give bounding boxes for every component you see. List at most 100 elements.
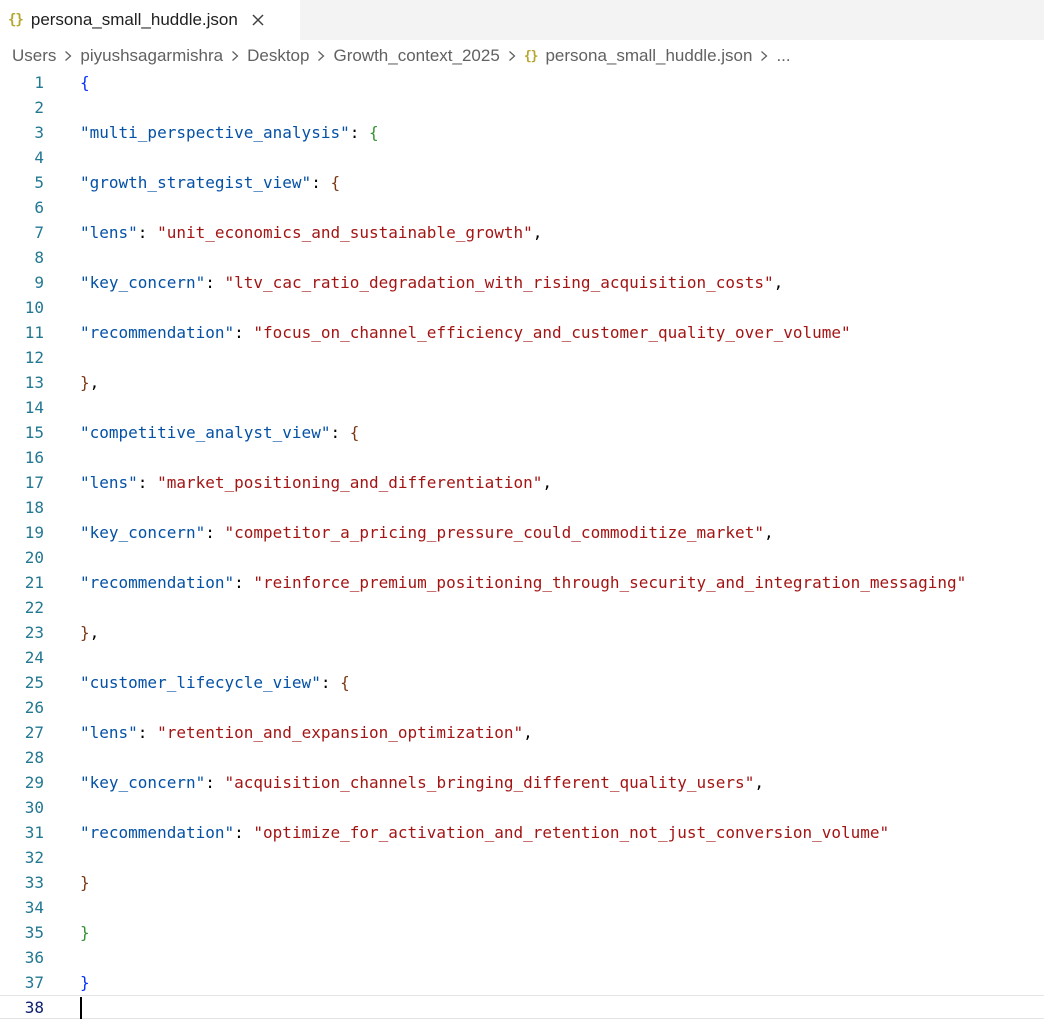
code-line[interactable]: 34 (0, 895, 1044, 919)
line-number: 21 (24, 572, 44, 592)
line-number: 37 (24, 972, 44, 992)
breadcrumb-more[interactable]: ... (776, 46, 790, 66)
code-line[interactable]: 33} (0, 870, 1044, 894)
chevron-right-icon (231, 50, 239, 62)
code-line[interactable]: 22 (0, 595, 1044, 619)
code-line[interactable]: 37} (0, 970, 1044, 994)
code-line[interactable]: 21 "recommendation": "reinforce_premium_p… (0, 570, 1044, 594)
code-line[interactable]: 38 (0, 995, 1044, 1019)
line-number: 22 (24, 597, 44, 617)
line-number: 18 (24, 497, 44, 517)
code-line[interactable]: 5 "growth_strategist_view": { (0, 170, 1044, 194)
breadcrumb-item-folder[interactable]: Growth_context_2025 (333, 46, 499, 66)
code-line[interactable]: 26 (0, 695, 1044, 719)
code-text: "recommendation": "optimize_for_activati… (80, 822, 890, 842)
line-number: 13 (24, 372, 44, 392)
code-line[interactable]: 18 (0, 495, 1044, 519)
line-number: 36 (24, 947, 44, 967)
code-line[interactable]: 35} (0, 920, 1044, 944)
code-editor[interactable]: 1{ 2 3 "multi_perspective_analysis": { 4 5 "gr… (0, 70, 1044, 1020)
line-number: 27 (24, 722, 44, 742)
breadcrumb-item-users[interactable]: Users (12, 46, 56, 66)
code-text: "lens": "unit_economics_and_sustainable_… (80, 222, 543, 242)
code-line[interactable]: 36 (0, 945, 1044, 969)
code-line[interactable]: 3 "multi_perspective_analysis": { (0, 120, 1044, 144)
line-number: 3 (34, 122, 44, 142)
line-number: 14 (24, 397, 44, 417)
code-line[interactable]: 25 "customer_lifecycle_view": { (0, 670, 1044, 694)
code-line[interactable]: 16 (0, 445, 1044, 469)
tab-label: persona_small_huddle.json (30, 10, 238, 29)
code-text: "competitive_analyst_view": { (80, 422, 360, 442)
code-text: } (80, 972, 90, 992)
code-text: "key_concern": "ltv_cac_ratio_degradatio… (80, 272, 784, 292)
code-line[interactable]: 27 "lens": "retention_and_expansion_optim… (0, 720, 1044, 744)
code-line[interactable]: 10 (0, 295, 1044, 319)
line-number: 33 (24, 872, 44, 892)
line-number: 2 (34, 97, 44, 117)
code-line[interactable]: 9 "key_concern": "ltv_cac_ratio_degradati… (0, 270, 1044, 294)
code-text: "customer_lifecycle_view": { (80, 672, 350, 692)
line-number: 24 (24, 647, 44, 667)
code-text: "lens": "market_positioning_and_differen… (80, 472, 553, 492)
chevron-right-icon (64, 50, 72, 62)
code-text: "growth_strategist_view": { (80, 172, 341, 192)
tab-persona-small-huddle[interactable]: {} persona_small_huddle.json (0, 0, 300, 40)
line-number: 12 (24, 347, 44, 367)
breadcrumb-item-desktop[interactable]: Desktop (247, 46, 309, 66)
code-line[interactable]: 32 (0, 845, 1044, 869)
line-number: 1 (34, 72, 44, 92)
line-number: 30 (24, 797, 44, 817)
line-number: 26 (24, 697, 44, 717)
line-number: 35 (24, 922, 44, 942)
json-file-icon: {} (523, 48, 539, 64)
code-line[interactable]: 23}, (0, 620, 1044, 644)
code-line[interactable]: 31 "recommendation": "optimize_for_activa… (0, 820, 1044, 844)
code-line[interactable]: 28 (0, 745, 1044, 769)
code-line[interactable]: 2 (0, 95, 1044, 119)
code-line[interactable]: 13}, (0, 370, 1044, 394)
code-line[interactable]: 8 (0, 245, 1044, 269)
breadcrumb-item-user[interactable]: piyushsagarmishra (80, 46, 223, 66)
code-line[interactable]: 15 "competitive_analyst_view": { (0, 420, 1044, 444)
code-line[interactable]: 17 "lens": "market_positioning_and_differ… (0, 470, 1044, 494)
code-line[interactable]: 24 (0, 645, 1044, 669)
line-number: 19 (24, 522, 44, 542)
code-line[interactable]: 1{ (0, 70, 1044, 94)
chevron-right-icon (508, 50, 516, 62)
code-line[interactable]: 11 "recommendation": "focus_on_channel_ef… (0, 320, 1044, 344)
line-number: 6 (34, 197, 44, 217)
code-line[interactable]: 30 (0, 795, 1044, 819)
code-line[interactable]: 19 "key_concern": "competitor_a_pricing_p… (0, 520, 1044, 544)
code-text: } (80, 922, 90, 942)
tab-bar: {} persona_small_huddle.json (0, 0, 1044, 40)
line-number: 5 (34, 172, 44, 192)
code-line[interactable]: 4 (0, 145, 1044, 169)
line-number: 7 (34, 222, 44, 242)
line-number: 32 (24, 847, 44, 867)
code-text: "recommendation": "focus_on_channel_effi… (80, 322, 851, 342)
close-icon[interactable] (248, 10, 268, 30)
text-cursor (80, 997, 82, 1019)
chevron-right-icon (317, 50, 325, 62)
line-number: 31 (24, 822, 44, 842)
line-number: 29 (24, 772, 44, 792)
code-text: }, (80, 622, 100, 642)
line-number: 11 (24, 322, 44, 342)
code-line[interactable]: 14 (0, 395, 1044, 419)
line-number: 17 (24, 472, 44, 492)
code-line[interactable]: 6 (0, 195, 1044, 219)
line-number: 20 (24, 547, 44, 567)
code-line[interactable]: 20 (0, 545, 1044, 569)
code-line[interactable]: 12 (0, 345, 1044, 369)
code-text: "key_concern": "competitor_a_pricing_pre… (80, 522, 774, 542)
code-line[interactable]: 29 "key_concern": "acquisition_channels_b… (0, 770, 1044, 794)
code-text: "key_concern": "acquisition_channels_bri… (80, 772, 764, 792)
code-text: "multi_perspective_analysis": { (80, 122, 379, 142)
line-number: 25 (24, 672, 44, 692)
code-line[interactable]: 7 "lens": "unit_economics_and_sustainable… (0, 220, 1044, 244)
breadcrumb-item-file[interactable]: persona_small_huddle.json (545, 46, 752, 66)
line-number: 16 (24, 447, 44, 467)
line-number: 28 (24, 747, 44, 767)
line-number: 34 (24, 897, 44, 917)
